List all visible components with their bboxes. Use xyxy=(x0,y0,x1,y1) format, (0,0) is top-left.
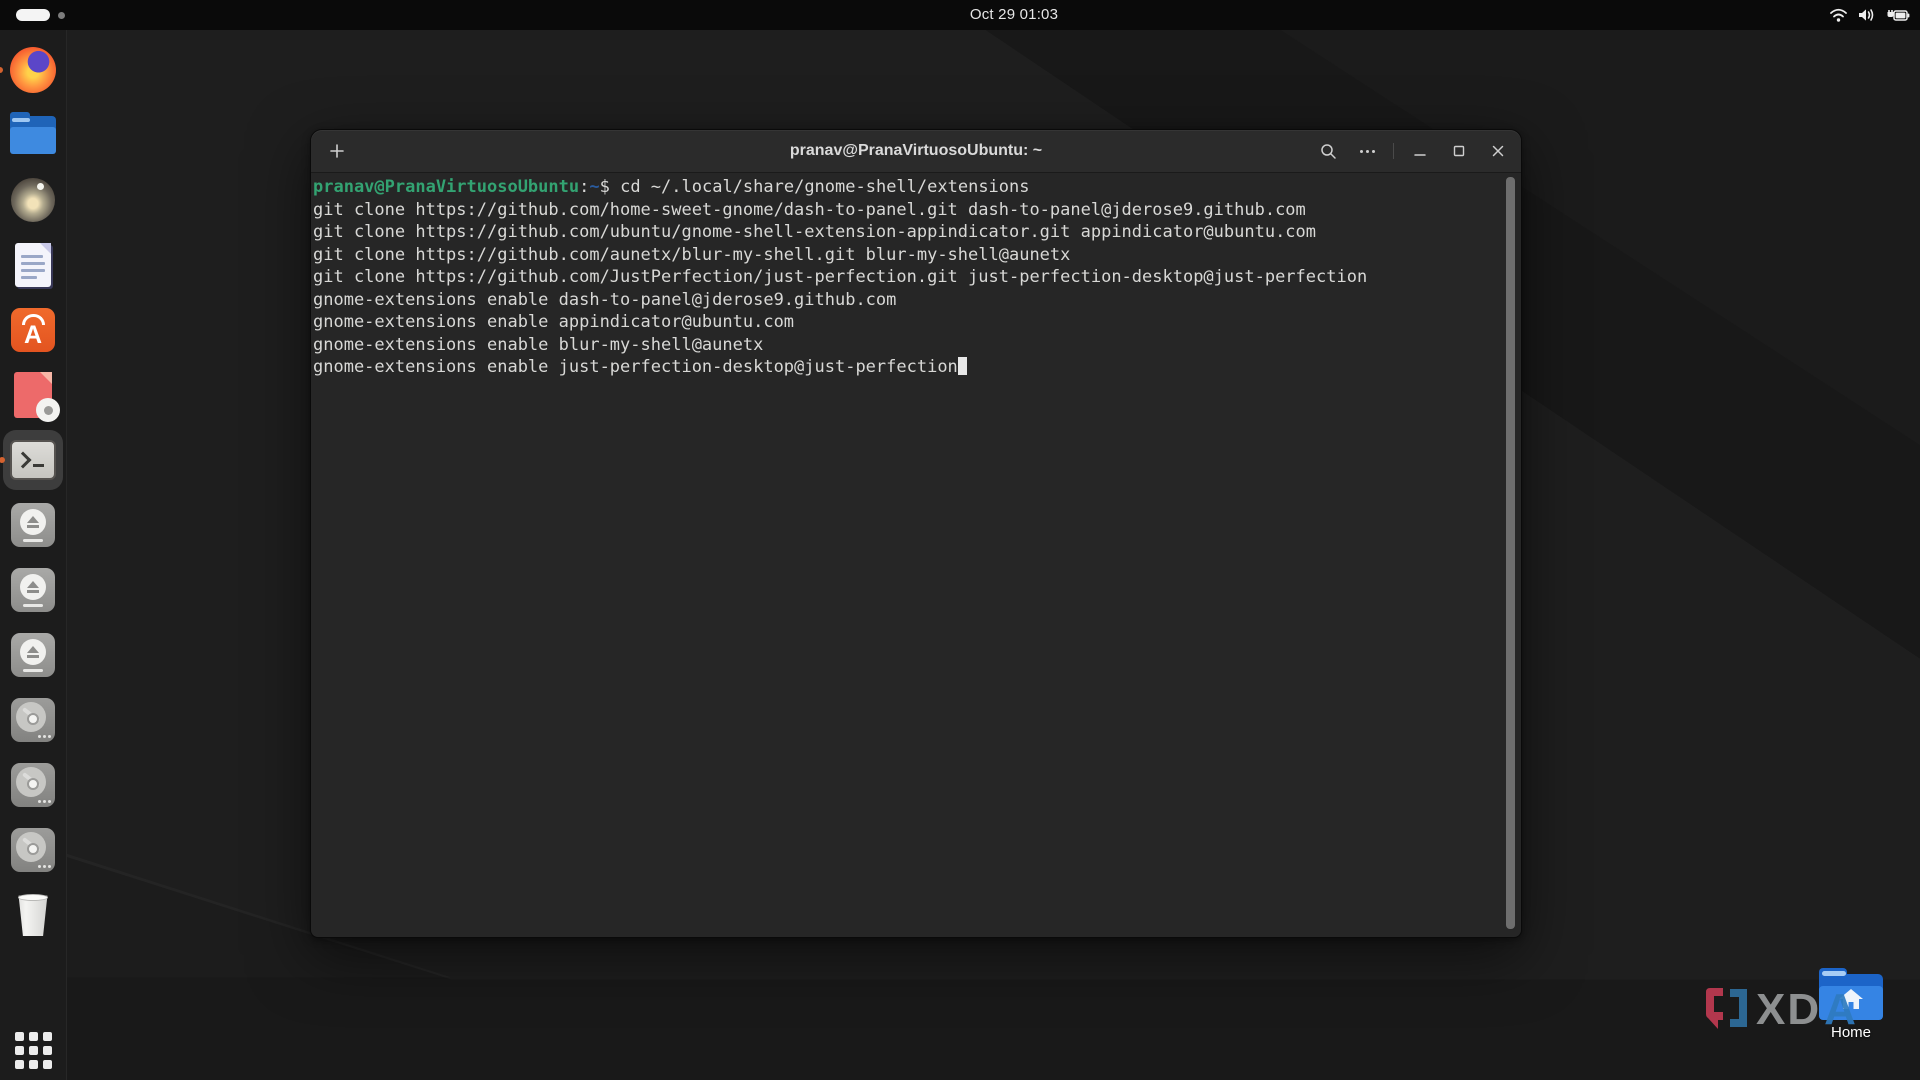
terminal-line: git clone https://github.com/home-sweet-… xyxy=(313,199,1519,222)
window-title: pranav@PranaVirtuosoUbuntu: ~ xyxy=(790,130,1042,172)
volume-icon xyxy=(1857,7,1877,23)
maximize-button[interactable] xyxy=(1446,138,1472,164)
window-controls xyxy=(1315,137,1511,165)
document-viewer-icon xyxy=(14,372,52,418)
titlebar-separator xyxy=(1393,143,1394,159)
terminal-line-text: gnome-extensions enable just-perfection-… xyxy=(313,357,958,377)
workspace-indicator-active[interactable] xyxy=(16,9,50,21)
dock-item-removable-drive-2[interactable] xyxy=(9,566,57,614)
home-folder-icon xyxy=(1819,970,1883,1020)
dock-item-document-writer[interactable] xyxy=(9,241,57,289)
terminal-line: git clone https://github.com/JustPerfect… xyxy=(313,266,1519,289)
dock-item-firefox[interactable] xyxy=(9,46,57,94)
terminal-titlebar[interactable]: pranav@PranaVirtuosoUbuntu: ~ xyxy=(311,130,1521,173)
prompt-colon: : xyxy=(579,177,589,197)
dock-item-removable-drive-3[interactable] xyxy=(9,631,57,679)
dock: A xyxy=(0,30,67,1080)
dock-item-removable-drive-1[interactable] xyxy=(9,501,57,549)
hard-drive-icon xyxy=(11,698,55,742)
dock-item-hard-drive-2[interactable] xyxy=(9,761,57,809)
close-button[interactable] xyxy=(1485,138,1511,164)
hard-drive-icon xyxy=(11,828,55,872)
dock-item-trash[interactable] xyxy=(9,891,57,939)
dock-item-hard-drive-1[interactable] xyxy=(9,696,57,744)
terminal-line: gnome-extensions enable blur-my-shell@au… xyxy=(313,334,1519,357)
terminal-window: pranav@PranaVirtuosoUbuntu: ~ pranav@Pra… xyxy=(310,129,1522,938)
prompt-user-host: pranav@PranaVirtuosoUbuntu xyxy=(313,177,579,197)
wifi-icon xyxy=(1829,7,1848,23)
desktop-icon-home[interactable]: Home xyxy=(1818,970,1884,1041)
removable-drive-icon xyxy=(11,568,55,612)
terminal-icon xyxy=(10,440,56,480)
battery-charging-icon xyxy=(1886,7,1910,23)
dock-item-app-center[interactable]: A xyxy=(9,306,57,354)
dock-item-files[interactable] xyxy=(9,111,57,159)
firefox-icon xyxy=(10,47,56,93)
trash-icon xyxy=(15,894,51,936)
search-button[interactable] xyxy=(1315,138,1341,164)
clock[interactable]: Oct 29 01:03 xyxy=(970,0,1058,30)
terminal-line: git clone https://github.com/aunetx/blur… xyxy=(313,244,1519,267)
app-center-icon: A xyxy=(11,308,55,352)
terminal-line: gnome-extensions enable just-perfection-… xyxy=(313,356,1519,379)
minimize-button[interactable] xyxy=(1407,138,1433,164)
removable-drive-icon xyxy=(11,503,55,547)
prompt-path: ~ xyxy=(589,177,599,197)
menu-dots-icon xyxy=(1360,150,1375,153)
house-glyph-icon xyxy=(1838,988,1864,1015)
files-icon xyxy=(10,116,56,154)
dock-item-hard-drive-3[interactable] xyxy=(9,826,57,874)
menu-button[interactable] xyxy=(1354,138,1380,164)
show-applications-button[interactable] xyxy=(9,1026,57,1074)
prompt-symbol: $ xyxy=(600,177,620,197)
terminal-line: gnome-extensions enable dash-to-panel@jd… xyxy=(313,289,1519,312)
typed-command: cd ~/.local/share/gnome-shell/extensions xyxy=(620,177,1029,197)
terminal-scrollbar[interactable] xyxy=(1506,177,1515,929)
terminal-prompt-line: pranav@PranaVirtuosoUbuntu:~$ cd ~/.loca… xyxy=(313,176,1519,199)
terminal-line: git clone https://github.com/ubuntu/gnom… xyxy=(313,221,1519,244)
removable-drive-icon xyxy=(11,633,55,677)
dock-item-terminal[interactable] xyxy=(9,436,57,484)
camera-icon xyxy=(11,178,55,222)
hard-drive-icon xyxy=(11,763,55,807)
system-tray[interactable] xyxy=(1829,0,1910,30)
document-icon xyxy=(15,243,51,287)
terminal-content[interactable]: pranav@PranaVirtuosoUbuntu:~$ cd ~/.loca… xyxy=(311,172,1521,937)
new-tab-button[interactable] xyxy=(323,137,351,165)
terminal-line: gnome-extensions enable appindicator@ubu… xyxy=(313,311,1519,334)
dock-item-document-viewer[interactable] xyxy=(9,371,57,419)
running-indicator xyxy=(0,67,3,73)
top-bar: Oct 29 01:03 xyxy=(0,0,1920,30)
workspace-indicator-dot[interactable] xyxy=(58,12,65,19)
dock-item-camera[interactable] xyxy=(9,176,57,224)
home-label: Home xyxy=(1818,1024,1884,1041)
terminal-cursor xyxy=(958,357,967,375)
app-grid-icon xyxy=(15,1032,52,1069)
